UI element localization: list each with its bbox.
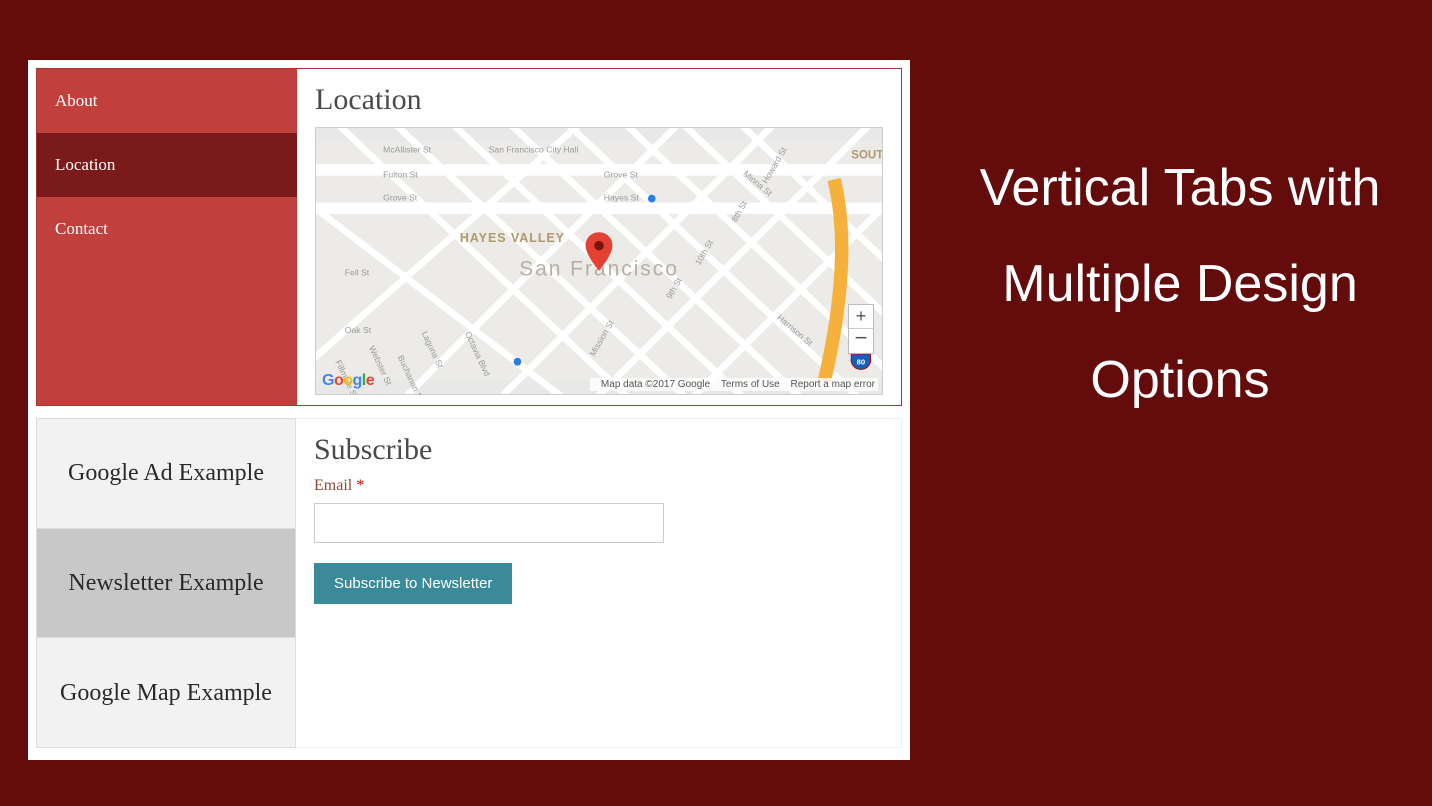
svg-text:80: 80: [857, 358, 866, 367]
map-copyright: Map data ©2017 Google: [601, 379, 710, 390]
svg-text:Fell St: Fell St: [345, 267, 370, 277]
grey-vertical-tabs: Google Ad Example Newsletter Example Goo…: [36, 418, 296, 748]
map-attribution: Map data ©2017 Google Terms of Use Repor…: [590, 378, 878, 391]
tab-google-ad[interactable]: Google Ad Example: [37, 419, 295, 529]
map-canvas: 80 HAYES VALLEY San Francisco SOUTH MARK…: [316, 128, 882, 394]
svg-text:Grove St: Grove St: [604, 170, 639, 180]
zoom-out-button[interactable]: −: [849, 329, 873, 353]
upper-panel: About Location Contact Location: [36, 68, 902, 406]
lower-panel: Google Ad Example Newsletter Example Goo…: [36, 418, 902, 748]
map-terms-link[interactable]: Terms of Use: [721, 379, 780, 390]
slide-headline: Vertical Tabs with Multiple Design Optio…: [970, 140, 1390, 429]
location-content: Location: [297, 69, 901, 405]
location-heading: Location: [315, 83, 883, 117]
tab-google-map[interactable]: Google Map Example: [37, 638, 295, 747]
tab-location[interactable]: Location: [37, 133, 297, 197]
svg-text:Hayes St: Hayes St: [604, 193, 640, 203]
svg-text:Grove St: Grove St: [383, 193, 418, 203]
red-vertical-tabs: About Location Contact: [37, 69, 297, 405]
map-report-link[interactable]: Report a map error: [791, 379, 875, 390]
svg-text:SOUTH MARK: SOUTH MARK: [851, 149, 882, 161]
tab-about[interactable]: About: [37, 69, 297, 133]
email-field[interactable]: [314, 503, 664, 543]
map-zoom-controls: + −: [848, 304, 874, 354]
svg-text:San Francisco City Hall: San Francisco City Hall: [489, 145, 579, 155]
map[interactable]: 80 HAYES VALLEY San Francisco SOUTH MARK…: [315, 127, 883, 395]
svg-text:Fulton St: Fulton St: [383, 170, 418, 180]
subscribe-button[interactable]: Subscribe to Newsletter: [314, 563, 512, 604]
svg-text:Oak St: Oak St: [345, 325, 372, 335]
svg-text:HAYES VALLEY: HAYES VALLEY: [460, 231, 565, 245]
subscribe-content: Subscribe Email * Subscribe to Newslette…: [296, 418, 902, 748]
tab-newsletter[interactable]: Newsletter Example: [37, 529, 295, 639]
tab-contact[interactable]: Contact: [37, 197, 297, 261]
subscribe-heading: Subscribe: [314, 433, 883, 467]
google-logo: Google: [322, 372, 374, 390]
required-indicator: *: [356, 477, 364, 494]
demo-card: About Location Contact Location: [28, 60, 910, 760]
svg-text:McAllister St: McAllister St: [383, 145, 432, 155]
email-label: Email *: [314, 477, 883, 495]
